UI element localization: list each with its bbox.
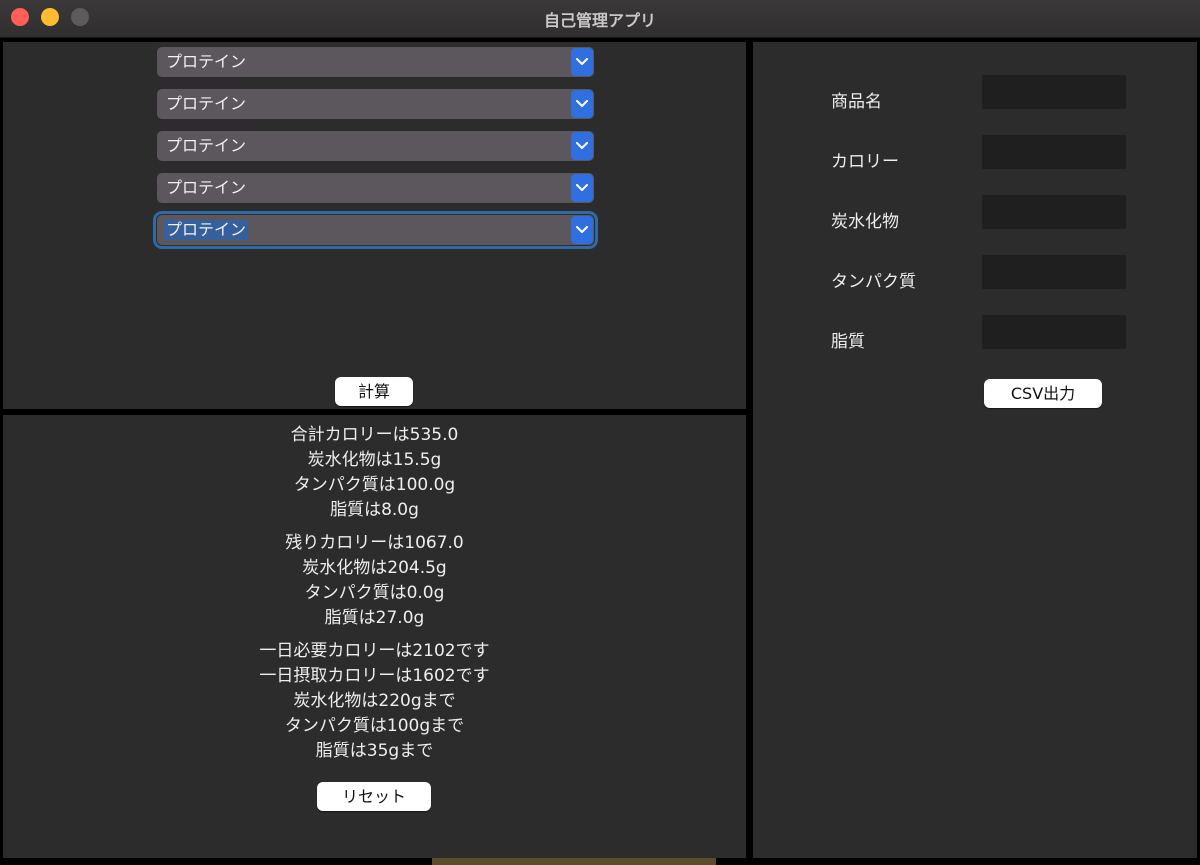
results-panel: 合計カロリーは535.0 炭水化物は15.5g タンパク質は100.0g 脂質は…: [3, 415, 746, 858]
remaining-fat-text: 脂質は27.0g: [324, 608, 425, 628]
dropdown-arrow-button[interactable]: [571, 174, 593, 202]
food-select-value: プロテイン: [166, 136, 247, 155]
protein-label: タンパク質: [831, 272, 916, 292]
calories-label: カロリー: [831, 152, 899, 172]
food-select-1[interactable]: プロテイン: [157, 47, 594, 77]
daily-protein-limit-text: タンパク質は100gまで: [284, 716, 465, 736]
chevron-down-icon: [576, 100, 588, 107]
title-bar: 自己管理アプリ: [0, 0, 1200, 38]
window-title: 自己管理アプリ: [543, 11, 656, 30]
fat-input[interactable]: [982, 315, 1126, 349]
daily-required-calories-text: 一日必要カロリーは2102です: [259, 641, 490, 661]
results-text: 合計カロリーは535.0 炭水化物は15.5g タンパク質は100.0g 脂質は…: [3, 423, 746, 772]
dropdown-arrow-button[interactable]: [571, 132, 593, 160]
food-select-value: プロテイン: [166, 94, 247, 113]
daily-intake-calories-text: 一日摂取カロリーは1602です: [259, 666, 490, 686]
reset-button[interactable]: リセット: [317, 782, 431, 811]
remaining-carbs-text: 炭水化物は204.5g: [302, 558, 447, 578]
calories-input[interactable]: [982, 135, 1126, 169]
food-select-2[interactable]: プロテイン: [157, 89, 594, 119]
food-select-4[interactable]: プロテイン: [157, 173, 594, 203]
fat-label: 脂質: [831, 332, 865, 352]
remaining-calories-text: 残りカロリーは1067.0: [285, 533, 464, 553]
protein-input[interactable]: [982, 255, 1126, 289]
calculate-button[interactable]: 計算: [335, 377, 413, 406]
dropdown-arrow-button[interactable]: [571, 90, 593, 118]
app-window: 自己管理アプリ プロテイン プロテイン プロテイン プロテイン プロテイン 計算…: [0, 0, 1200, 865]
product-name-label: 商品名: [831, 92, 882, 112]
chevron-down-icon: [576, 226, 588, 233]
product-name-input[interactable]: [982, 75, 1126, 109]
carbs-label: 炭水化物: [831, 212, 899, 232]
daily-carbs-limit-text: 炭水化物は220gまで: [293, 691, 456, 711]
total-calories-text: 合計カロリーは535.0: [290, 425, 459, 445]
daily-fat-limit-text: 脂質は35gまで: [315, 741, 434, 761]
dropdown-arrow-button[interactable]: [571, 216, 593, 244]
chevron-down-icon: [576, 58, 588, 65]
remaining-protein-text: タンパク質は0.0g: [304, 583, 445, 603]
total-intake-group: 合計カロリーは535.0 炭水化物は15.5g タンパク質は100.0g 脂質は…: [3, 423, 746, 523]
csv-export-button[interactable]: CSV出力: [984, 379, 1102, 408]
total-carbs-text: 炭水化物は15.5g: [307, 450, 442, 470]
chevron-down-icon: [576, 184, 588, 191]
daily-target-group: 一日必要カロリーは2102です 一日摂取カロリーは1602です 炭水化物は220…: [3, 639, 746, 764]
chevron-down-icon: [576, 142, 588, 149]
product-form-panel: 商品名 カロリー 炭水化物 タンパク質 脂質 CSV出力: [753, 42, 1197, 858]
food-select-panel: プロテイン プロテイン プロテイン プロテイン プロテイン 計算: [3, 42, 746, 409]
carbs-input[interactable]: [982, 195, 1126, 229]
food-select-3[interactable]: プロテイン: [157, 131, 594, 161]
food-select-value: プロテイン: [166, 178, 247, 197]
total-fat-text: 脂質は8.0g: [330, 500, 419, 520]
food-select-5[interactable]: プロテイン: [153, 211, 598, 249]
total-protein-text: タンパク質は100.0g: [293, 475, 456, 495]
dropdown-arrow-button[interactable]: [571, 48, 593, 76]
food-select-value: プロテイン: [164, 220, 249, 240]
food-select-value: プロテイン: [166, 52, 247, 71]
background-window-edge: [432, 858, 716, 865]
remaining-group: 残りカロリーは1067.0 炭水化物は204.5g タンパク質は0.0g 脂質は…: [3, 531, 746, 631]
